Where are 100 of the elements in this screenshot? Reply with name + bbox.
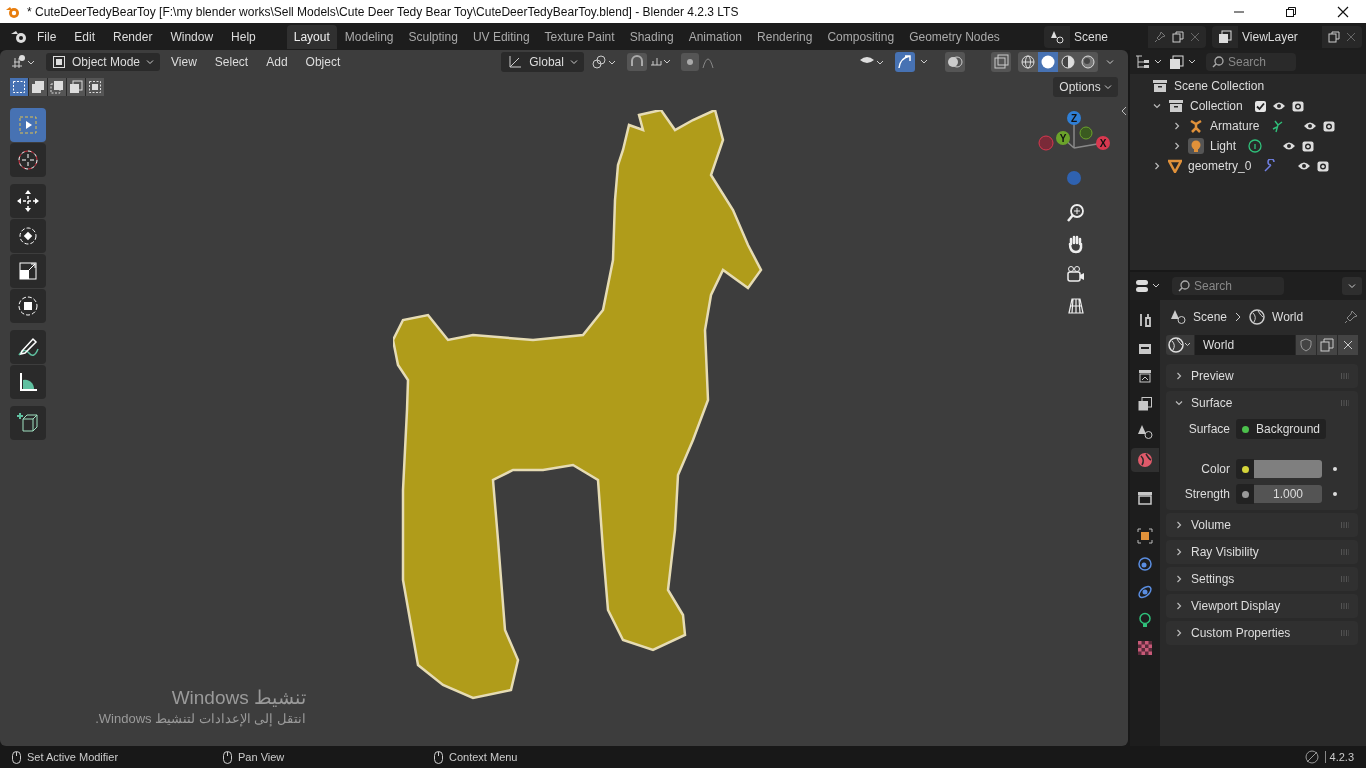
eye-icon[interactable] <box>1282 141 1297 151</box>
solid-shading-button[interactable] <box>1038 52 1058 72</box>
search-field[interactable]: Search <box>1206 53 1296 71</box>
pin-icon[interactable] <box>1154 30 1166 43</box>
snap-icon[interactable] <box>626 53 671 71</box>
chevron-right-icon[interactable] <box>1174 574 1184 584</box>
workspace-tab[interactable]: Sculpting <box>401 24 465 49</box>
keyframe-dot-icon[interactable] <box>1333 467 1337 471</box>
material-shading-button[interactable] <box>1058 52 1078 72</box>
armature-pose-icon[interactable] <box>1271 119 1284 133</box>
world-name-field[interactable]: World <box>1195 335 1295 355</box>
chevron-left-icon[interactable] <box>1120 106 1128 116</box>
keyframe-dot-icon[interactable] <box>1333 492 1337 496</box>
camera-icon[interactable] <box>1302 140 1315 152</box>
cursor-tool-button[interactable] <box>10 143 46 177</box>
viewport-menu[interactable]: Object <box>298 55 348 69</box>
view-layer-icon[interactable] <box>1168 54 1198 70</box>
wireframe-shading-button[interactable] <box>1018 52 1038 72</box>
workspace-tab[interactable]: Geometry Nodes <box>902 24 1007 49</box>
drag-handle-icon[interactable] <box>1340 373 1350 379</box>
orientation-dropdown[interactable]: Global <box>501 52 584 72</box>
chevron-right-icon[interactable] <box>1174 371 1184 381</box>
outliner-item[interactable]: Armature <box>1210 119 1260 133</box>
menu-item[interactable]: File <box>28 29 66 44</box>
eye-icon[interactable] <box>1297 161 1312 171</box>
checkbox[interactable] <box>1254 100 1266 112</box>
eye-icon[interactable] <box>1303 121 1318 131</box>
chevron-right-icon[interactable] <box>1174 601 1184 611</box>
menu-item[interactable]: Help <box>222 29 265 44</box>
axis-label[interactable]: Z <box>1067 111 1081 125</box>
camera-icon[interactable] <box>1291 100 1304 112</box>
axis-label[interactable]: X <box>1096 136 1110 150</box>
duplicate-icon[interactable] <box>1328 30 1340 43</box>
camera-icon[interactable] <box>1317 160 1330 172</box>
blender-logo-icon[interactable] <box>10 29 28 44</box>
camera-view-icon[interactable] <box>1066 265 1086 285</box>
scale-tool-button[interactable] <box>10 254 46 288</box>
axis-label[interactable]: Y <box>1056 131 1070 145</box>
drag-handle-icon[interactable] <box>1340 603 1350 609</box>
select-invert-mode-button[interactable] <box>67 78 85 96</box>
chevron-right-icon[interactable] <box>1174 628 1184 638</box>
search-field[interactable]: Search <box>1172 277 1284 295</box>
workspace-tab[interactable]: UV Editing <box>465 24 537 49</box>
light-data-icon[interactable] <box>1248 139 1263 153</box>
outliner-item[interactable]: Light <box>1210 139 1237 153</box>
pin-icon[interactable] <box>1344 310 1358 324</box>
world-browse-button[interactable] <box>1166 335 1194 355</box>
strength-field[interactable]: 1.000 <box>1254 485 1322 503</box>
panel-title[interactable]: Preview <box>1191 369 1234 383</box>
xray-icon[interactable] <box>991 52 1011 72</box>
color-swatch[interactable] <box>1254 460 1322 478</box>
panel-title[interactable]: Volume <box>1191 518 1232 532</box>
menu-item[interactable]: Window <box>161 29 223 44</box>
chevron-right-icon[interactable] <box>1174 520 1184 530</box>
drag-handle-icon[interactable] <box>1340 576 1350 582</box>
duplicate-icon[interactable] <box>1172 30 1184 43</box>
panel-title[interactable]: Surface <box>1191 396 1233 410</box>
viewport-menu[interactable]: Select <box>207 55 256 69</box>
measure-tool-button[interactable] <box>10 365 46 399</box>
close-icon[interactable] <box>1337 5 1349 18</box>
chevron-right-icon[interactable] <box>1174 547 1184 557</box>
chevron-down-icon[interactable] <box>1152 101 1162 111</box>
maximize-icon[interactable] <box>1285 5 1297 18</box>
grid-icon[interactable] <box>1066 296 1086 316</box>
options-dropdown[interactable]: Options <box>1053 77 1118 97</box>
chevron-right-icon[interactable] <box>1172 141 1182 151</box>
menu-item[interactable]: Edit <box>65 29 105 44</box>
rendered-shading-button[interactable] <box>1078 52 1098 72</box>
drag-handle-icon[interactable] <box>1340 522 1350 528</box>
fake-user-button[interactable] <box>1296 335 1316 355</box>
drag-handle-icon[interactable] <box>1340 630 1350 636</box>
panel-title[interactable]: Settings <box>1191 572 1235 586</box>
transform-tool-button[interactable] <box>10 289 46 323</box>
annotate-tool-button[interactable] <box>10 330 46 364</box>
workspace-tab[interactable]: Rendering <box>750 24 820 49</box>
workspace-tab[interactable]: Compositing <box>820 24 902 49</box>
dropdown-button[interactable] <box>1342 277 1362 295</box>
shader-selector[interactable]: Background <box>1236 419 1327 439</box>
camera-icon[interactable] <box>1323 120 1336 132</box>
wrench-icon[interactable] <box>1263 159 1278 173</box>
select-set-mode-button[interactable] <box>10 78 28 96</box>
panel-title[interactable]: Custom Properties <box>1191 626 1291 640</box>
workspace-tab[interactable]: Modeling <box>337 24 401 49</box>
socket-button[interactable] <box>1236 484 1254 504</box>
pivot-icon[interactable] <box>590 54 617 70</box>
viewport-menu[interactable]: Add <box>259 55 295 69</box>
menu-item[interactable]: Render <box>104 29 162 44</box>
world-tab[interactable] <box>1131 448 1159 472</box>
outliner-item[interactable]: Collection <box>1190 99 1243 113</box>
workspace-tab[interactable]: Texture Paint <box>537 24 622 49</box>
drag-handle-icon[interactable] <box>1340 400 1350 406</box>
view-layer-selector[interactable]: ViewLayer <box>1212 25 1362 48</box>
viewport-menu[interactable]: View <box>164 55 204 69</box>
chevron-right-icon[interactable] <box>1152 161 1162 171</box>
chevron-down-icon[interactable] <box>1105 57 1115 67</box>
breadcrumb-item[interactable]: Scene <box>1193 310 1228 324</box>
rotate-tool-button[interactable] <box>10 219 46 253</box>
chevron-right-icon[interactable] <box>1172 121 1182 131</box>
editor-type-icon[interactable] <box>10 54 36 70</box>
panel-title[interactable]: Viewport Display <box>1191 599 1281 613</box>
